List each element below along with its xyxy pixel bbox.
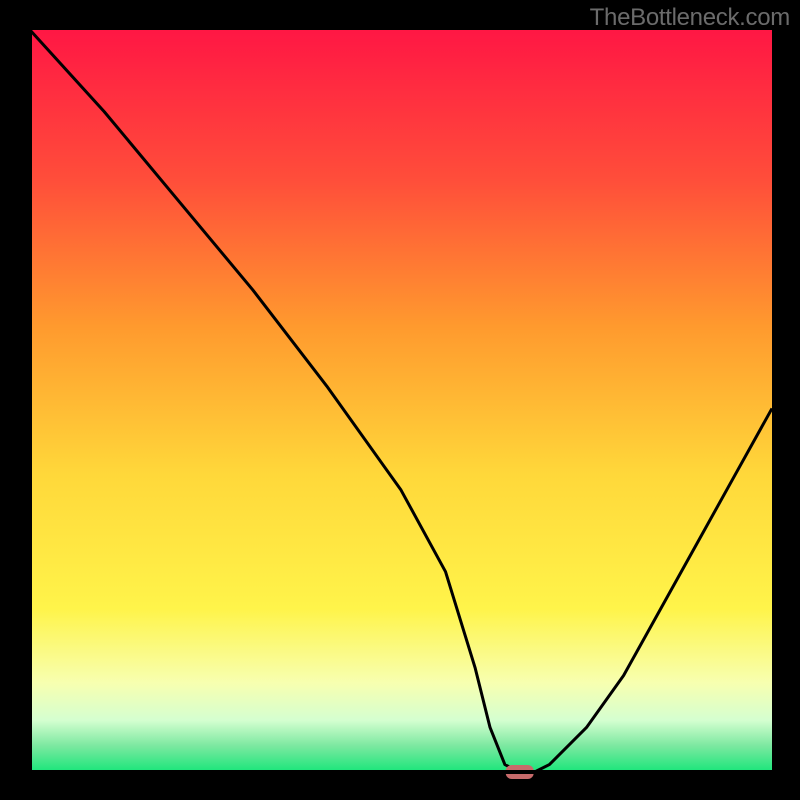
chart-container: TheBottleneck.com [0, 0, 800, 800]
bottleneck-chart [0, 0, 800, 800]
plot-background [30, 30, 772, 772]
watermark-text: TheBottleneck.com [590, 4, 790, 32]
